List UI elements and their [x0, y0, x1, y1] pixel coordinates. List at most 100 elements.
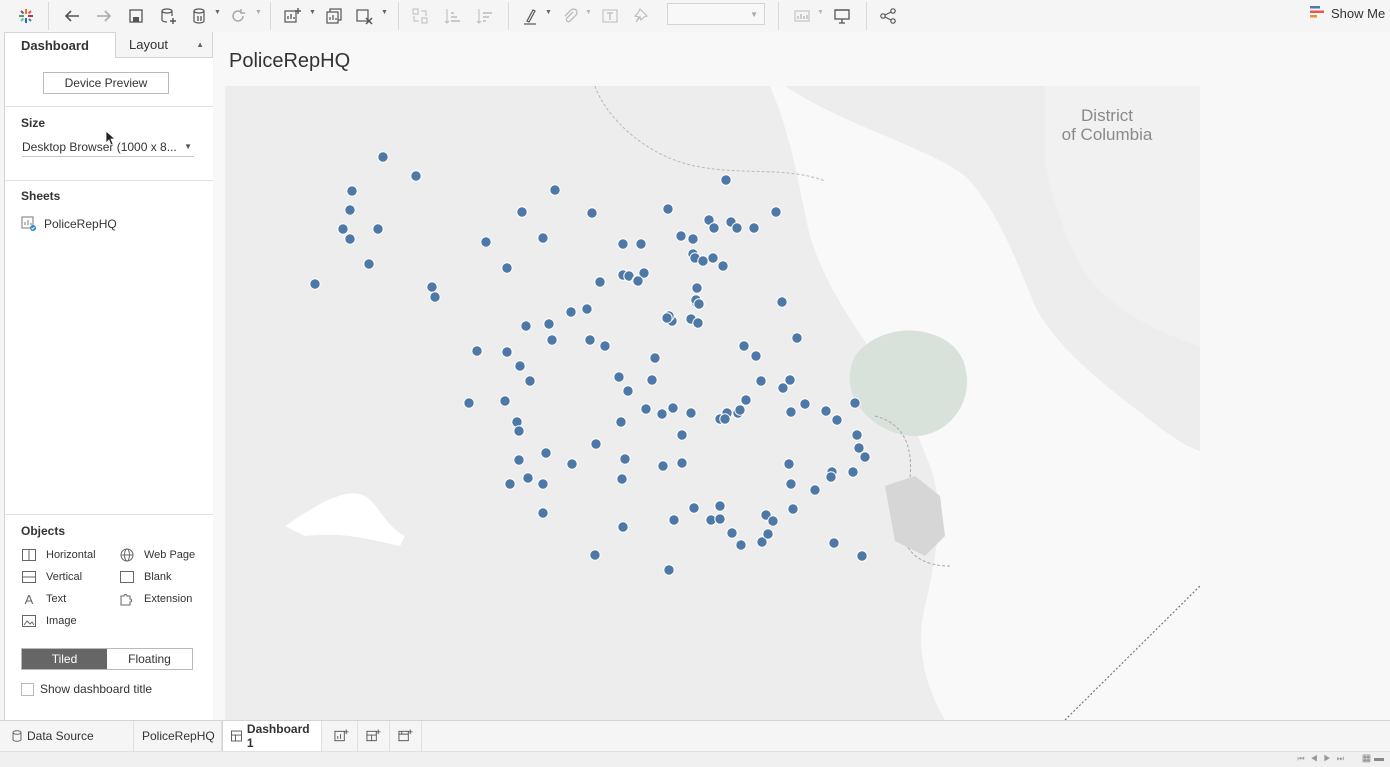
tab-dashboard-1[interactable]: Dashboard 1 — [222, 721, 322, 751]
map-point[interactable] — [344, 233, 356, 245]
map-point[interactable] — [731, 222, 743, 234]
map-point[interactable] — [344, 204, 356, 216]
map-point[interactable] — [520, 320, 532, 332]
map-point[interactable] — [851, 429, 863, 441]
map-point[interactable] — [661, 312, 673, 324]
map-point[interactable] — [522, 472, 534, 484]
map-point[interactable] — [831, 414, 843, 426]
map-point[interactable] — [740, 394, 752, 406]
map-point[interactable] — [537, 507, 549, 519]
map-point[interactable] — [480, 236, 492, 248]
swap-icon[interactable] — [408, 4, 432, 28]
object-blank[interactable]: Blank — [120, 570, 172, 584]
new-worksheet-button[interactable] — [326, 721, 358, 751]
save-icon[interactable] — [124, 4, 148, 28]
map-point[interactable] — [513, 454, 525, 466]
sort-desc-icon[interactable] — [472, 4, 496, 28]
map-point[interactable] — [685, 407, 697, 419]
map-point[interactable] — [662, 203, 674, 215]
map-point[interactable] — [675, 230, 687, 242]
map-point[interactable] — [828, 537, 840, 549]
object-horizontal[interactable]: Horizontal — [22, 548, 96, 562]
map-point[interactable] — [429, 291, 441, 303]
map-point[interactable] — [581, 303, 593, 315]
tab-layout[interactable]: Layout ▲ — [116, 32, 212, 58]
map-point[interactable] — [691, 282, 703, 294]
map-point[interactable] — [735, 539, 747, 551]
map-point[interactable] — [714, 513, 726, 525]
new-datasource-icon[interactable] — [156, 4, 180, 28]
map-point[interactable] — [770, 206, 782, 218]
map-point[interactable] — [762, 528, 774, 540]
group-icon[interactable] — [558, 4, 582, 28]
object-image[interactable]: Image — [22, 614, 77, 628]
highlight-icon[interactable] — [518, 4, 542, 28]
map-point[interactable] — [546, 334, 558, 346]
map-point[interactable] — [791, 332, 803, 344]
map-point[interactable] — [809, 484, 821, 496]
map-point[interactable] — [726, 527, 738, 539]
map-point[interactable] — [785, 406, 797, 418]
map-point[interactable] — [499, 395, 511, 407]
map-point[interactable] — [410, 170, 422, 182]
object-web-page[interactable]: Web Page — [120, 548, 195, 562]
map-point[interactable] — [646, 374, 658, 386]
map-point[interactable] — [632, 275, 644, 287]
map-point[interactable] — [613, 371, 625, 383]
map-point[interactable] — [617, 521, 629, 533]
map-point[interactable] — [617, 238, 629, 250]
fit-dropdown[interactable]: ▼ — [667, 3, 765, 25]
map-point[interactable] — [363, 258, 375, 270]
map-point[interactable] — [586, 207, 598, 219]
map-point[interactable] — [501, 346, 513, 358]
clear-icon[interactable] — [352, 4, 376, 28]
map-point[interactable] — [372, 223, 384, 235]
pin-icon[interactable] — [630, 4, 654, 28]
map-point[interactable] — [708, 222, 720, 234]
refresh-icon[interactable] — [226, 4, 250, 28]
map-point[interactable] — [750, 350, 762, 362]
duplicate-icon[interactable] — [322, 4, 346, 28]
map-point[interactable] — [663, 564, 675, 576]
map-svg[interactable]: District of Columbia — [225, 86, 1200, 720]
map-point[interactable] — [849, 397, 861, 409]
map-point[interactable] — [697, 255, 709, 267]
map-point[interactable] — [540, 447, 552, 459]
map-point[interactable] — [676, 429, 688, 441]
sheet-item-policerephq[interactable]: PoliceRepHQ — [21, 216, 117, 231]
map-point[interactable] — [748, 222, 760, 234]
map-point[interactable] — [657, 460, 669, 472]
object-extension[interactable]: Extension — [120, 592, 192, 606]
map-point[interactable] — [537, 478, 549, 490]
view-mode-icons[interactable]: ▦ ▬ — [1362, 753, 1384, 764]
map-point[interactable] — [825, 471, 837, 483]
map-point[interactable] — [785, 478, 797, 490]
map-point[interactable] — [717, 260, 729, 272]
map-view[interactable]: District of Columbia — [225, 86, 1200, 720]
map-point[interactable] — [501, 262, 513, 274]
map-point[interactable] — [693, 298, 705, 310]
map-point[interactable] — [847, 466, 859, 478]
map-point[interactable] — [799, 398, 811, 410]
map-point[interactable] — [692, 317, 704, 329]
label-icon[interactable] — [598, 4, 622, 28]
map-point[interactable] — [767, 515, 779, 527]
presentation-icon[interactable] — [830, 4, 854, 28]
map-point[interactable] — [734, 404, 746, 416]
map-point[interactable] — [537, 232, 549, 244]
map-point[interactable] — [687, 233, 699, 245]
map-point[interactable] — [504, 478, 516, 490]
map-point[interactable] — [787, 503, 799, 515]
map-point[interactable] — [635, 238, 647, 250]
map-point[interactable] — [599, 340, 611, 352]
map-point[interactable] — [755, 375, 767, 387]
map-point[interactable] — [784, 374, 796, 386]
map-point[interactable] — [615, 416, 627, 428]
map-point[interactable] — [471, 345, 483, 357]
map-point[interactable] — [346, 185, 358, 197]
map-point[interactable] — [584, 334, 596, 346]
map-point[interactable] — [513, 425, 525, 437]
new-worksheet-icon[interactable] — [280, 4, 304, 28]
share-icon[interactable] — [876, 4, 900, 28]
sort-asc-icon[interactable] — [440, 4, 464, 28]
